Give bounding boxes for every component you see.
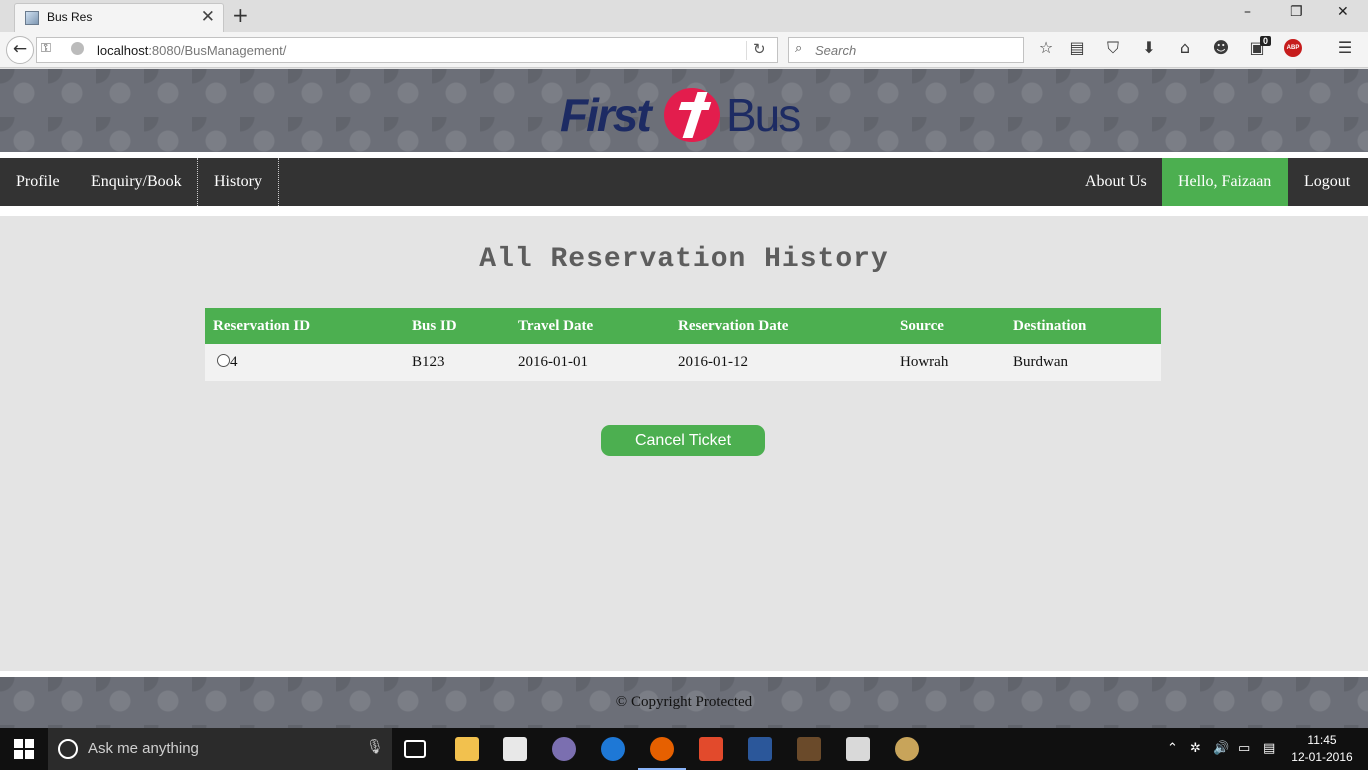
address-bar[interactable]: ⚿ localhost:8080/BusManagement/ ↻ (36, 37, 778, 63)
nav-history[interactable]: History (197, 158, 279, 206)
url-text[interactable]: localhost:8080/BusManagement/ (97, 43, 286, 58)
cortana-placeholder: Ask me anything (88, 740, 199, 757)
col-travel-date: Travel Date (510, 308, 670, 344)
close-window-icon[interactable]: ✕ (1337, 4, 1349, 20)
back-arrow-icon[interactable]: ← (6, 36, 34, 64)
browser-toolbar: ← ⚿ localhost:8080/BusManagement/ ↻ ⌕ Se… (0, 32, 1368, 68)
cancel-ticket-button[interactable]: Cancel Ticket (601, 425, 765, 456)
url-host: localhost (97, 43, 149, 58)
reservation-id: 4 (230, 354, 238, 370)
reading-list-icon[interactable]: ▤ (1066, 38, 1088, 57)
close-tab-icon[interactable]: ✕ (201, 7, 215, 27)
col-source: Source (892, 308, 1005, 344)
reservation-id-cell: 4 (205, 344, 404, 381)
divider (746, 41, 747, 60)
chevron-up-icon[interactable]: ⌃ (1167, 741, 1178, 756)
adblock-icon[interactable]: ABP (1284, 39, 1302, 57)
clock-date: 12-01-2016 (1291, 750, 1353, 764)
page-favicon-icon (25, 11, 39, 25)
nav-enquiry-book[interactable]: Enquiry/Book (75, 158, 198, 206)
reservation-table: Reservation ID Bus ID Travel Date Reserv… (205, 308, 1161, 381)
cortana-search-box[interactable]: Ask me anything 🎙 (48, 728, 392, 770)
nav-about-us[interactable]: About Us (1069, 158, 1163, 206)
chat-icon[interactable]: ☻ (1210, 38, 1232, 57)
search-input[interactable]: ⌕ Search (788, 37, 1024, 63)
tab-title: Bus Res (47, 10, 93, 24)
divider (0, 206, 1368, 216)
download-icon[interactable]: ⬇ (1138, 38, 1160, 57)
search-placeholder: Search (815, 43, 857, 58)
firstbus-logo[interactable]: First Bus (560, 86, 810, 144)
globe-icon (71, 42, 84, 55)
word-icon[interactable] (748, 737, 772, 761)
reservation-date-cell: 2016-01-12 (670, 344, 892, 381)
volume-icon[interactable]: 🔊 (1213, 741, 1229, 756)
media-player-icon[interactable] (552, 737, 576, 761)
main-nav: Profile Enquiry/Book History About Us He… (0, 158, 1368, 206)
wifi-icon[interactable]: ✲ (1190, 741, 1201, 756)
nav-profile[interactable]: Profile (0, 158, 76, 206)
key-icon: ⚿ (41, 41, 51, 56)
reload-icon[interactable]: ↻ (753, 40, 766, 58)
cortana-icon (58, 739, 78, 759)
windows-start-icon[interactable] (14, 739, 34, 759)
browser-tab[interactable]: Bus Res ✕ (14, 3, 224, 32)
paint-icon[interactable] (895, 737, 919, 761)
destination-cell: Burdwan (1005, 344, 1161, 381)
nav-logout[interactable]: Logout (1288, 158, 1366, 206)
store-icon[interactable] (503, 737, 527, 761)
battery-icon[interactable]: ▭ (1238, 741, 1250, 756)
system-clock[interactable]: 11:45 12-01-2016 (1290, 732, 1354, 766)
url-path: :8080/BusManagement/ (148, 43, 287, 58)
browser-tab-strip: Bus Res ✕ + – ❐ ✕ (0, 0, 1368, 32)
minimize-icon[interactable]: – (1244, 4, 1251, 20)
office-icon[interactable] (699, 737, 723, 761)
table-header-row: Reservation ID Bus ID Travel Date Reserv… (205, 308, 1161, 344)
copyright-text: © Copyright Protected (615, 694, 753, 710)
col-reservation-id: Reservation ID (205, 308, 404, 344)
microphone-icon[interactable]: 🎙 (366, 739, 384, 755)
home-icon[interactable]: ⌂ (1174, 38, 1196, 57)
logo-text-bus: Bus (726, 89, 801, 141)
edge-browser-icon[interactable] (601, 737, 625, 761)
pocket-icon[interactable]: ⛉ (1102, 38, 1124, 58)
notification-icon[interactable]: ▤ (1263, 741, 1275, 756)
travel-date-cell: 2016-01-01 (510, 344, 670, 381)
notification-badge: 0 (1260, 36, 1272, 46)
site-footer: © Copyright Protected (0, 677, 1368, 728)
col-reservation-date: Reservation Date (670, 308, 892, 344)
logo-text-first: First (560, 89, 652, 141)
star-icon[interactable]: ☆ (1035, 38, 1057, 57)
bus-id-cell: B123 (404, 344, 510, 381)
eclipse-ide-icon[interactable] (797, 737, 821, 761)
restore-icon[interactable]: ❐ (1290, 4, 1303, 20)
table-row[interactable]: 4 B123 2016-01-01 2016-01-12 Howrah Burd… (205, 344, 1161, 381)
col-destination: Destination (1005, 308, 1161, 344)
page-title: All Reservation History (479, 244, 889, 275)
col-bus-id: Bus ID (404, 308, 510, 344)
file-explorer-icon[interactable] (455, 737, 479, 761)
nav-hello-user[interactable]: Hello, Faizaan (1162, 158, 1288, 206)
photos-icon[interactable] (846, 737, 870, 761)
menu-icon[interactable]: ☰ (1334, 38, 1356, 57)
search-icon: ⌕ (795, 41, 803, 56)
new-tab-icon[interactable]: + (232, 3, 249, 27)
logo-f-emblem-icon (664, 88, 720, 142)
windows-taskbar: Ask me anything 🎙 ⌃ ✲ 🔊 ▭ ▤ 11:45 12-01-… (0, 728, 1368, 770)
clock-time: 11:45 (1307, 733, 1337, 747)
firefox-icon[interactable] (650, 737, 674, 761)
source-cell: Howrah (892, 344, 1005, 381)
task-view-icon[interactable] (404, 740, 426, 758)
reservation-radio[interactable] (217, 354, 230, 367)
